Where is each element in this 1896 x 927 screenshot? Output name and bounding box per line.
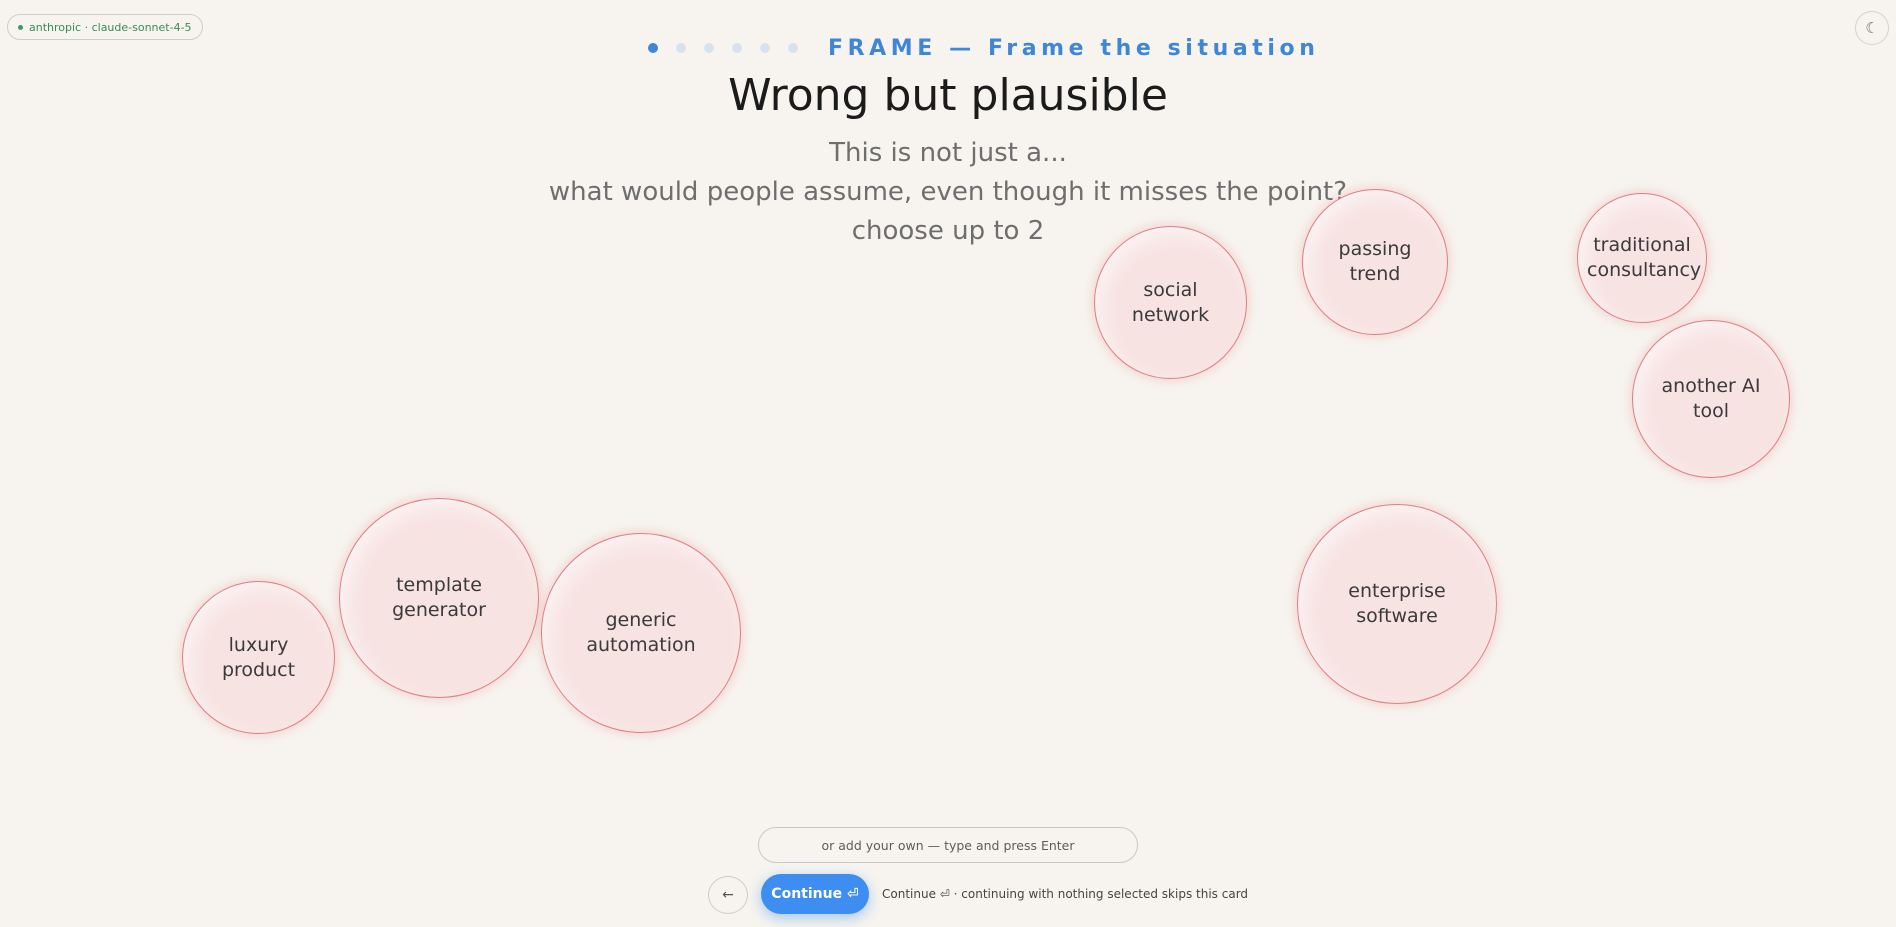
option-bubble-another-ai-tool[interactable]: another AI tool <box>1632 320 1790 478</box>
back-button[interactable]: ← <box>708 876 748 914</box>
moon-icon: ☾ <box>1865 19 1879 37</box>
model-badge-label: anthropic · claude-sonnet-4-5 <box>29 20 192 34</box>
status-dot-icon <box>18 24 23 30</box>
option-label: luxury product <box>221 633 296 681</box>
option-bubble-template-generator[interactable]: template generator <box>339 498 539 698</box>
progress-dot-4 <box>732 43 742 53</box>
custom-option-input[interactable] <box>758 827 1138 863</box>
option-bubble-passing-trend[interactable]: passing trend <box>1302 189 1448 335</box>
progress-dot-2 <box>676 43 686 53</box>
option-label: traditional consultancy <box>1587 234 1702 281</box>
page-title: Wrong but plausible <box>728 70 1168 121</box>
option-bubble-luxury-product[interactable]: luxury product <box>182 581 335 734</box>
model-badge: anthropic · claude-sonnet-4-5 <box>7 14 203 40</box>
progress-dot-1 <box>648 43 658 53</box>
option-label: enterprise software <box>1348 580 1446 627</box>
option-bubble-social-network[interactable]: social network <box>1094 226 1247 379</box>
continue-button[interactable]: Continue ⏎ <box>761 874 869 914</box>
option-bubble-generic-automation[interactable]: generic automation <box>541 533 741 733</box>
step-label: FRAME — Frame the situation <box>828 35 1320 61</box>
option-label: social network <box>1131 278 1210 326</box>
progress-dot-3 <box>704 43 714 53</box>
option-label: another AI tool <box>1661 375 1761 422</box>
continue-hint: Continue ⏎ · continuing with nothing sel… <box>882 887 1249 901</box>
option-bubble-enterprise-software[interactable]: enterprise software <box>1297 504 1497 704</box>
option-label: generic automation <box>586 609 696 656</box>
option-bubble-traditional-consultancy[interactable]: traditional consultancy <box>1577 193 1707 323</box>
theme-toggle-button[interactable]: ☾ <box>1855 11 1889 45</box>
option-label: passing trend <box>1338 238 1412 285</box>
progress-dot-5 <box>760 43 770 53</box>
subtitle-line-1: This is not just a... <box>829 138 1067 168</box>
step-progress: FRAME — Frame the situation <box>648 35 1320 61</box>
option-label: template generator <box>392 574 486 621</box>
progress-dot-6 <box>788 43 798 53</box>
arrow-left-icon: ← <box>722 887 734 903</box>
